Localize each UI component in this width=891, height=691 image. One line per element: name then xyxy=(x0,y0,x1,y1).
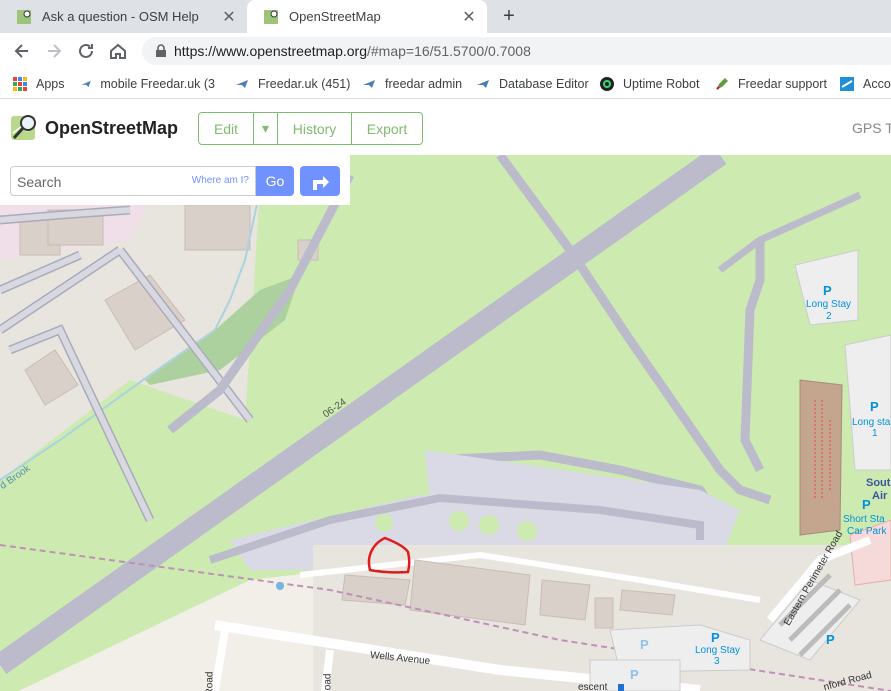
plane-icon xyxy=(236,80,248,88)
bookmark-label: mobile Freedar.uk (3 xyxy=(100,77,215,91)
close-tab-icon[interactable]: ✕ xyxy=(459,7,479,27)
tab-strip: Ask a question - OSM Help ✕ OpenStreetMa… xyxy=(0,0,891,33)
bookmark-account[interactable]: Acco xyxy=(839,75,891,93)
close-tab-icon[interactable]: ✕ xyxy=(219,7,239,27)
new-tab-button[interactable]: + xyxy=(498,5,520,27)
bookmark-freedar-uk[interactable]: Freedar.uk (451) xyxy=(234,75,350,93)
road-label: Road xyxy=(322,673,334,691)
bookmark-freedar-support[interactable]: Freedar support xyxy=(714,75,827,93)
forward-icon[interactable] xyxy=(43,40,65,62)
parking-icon: P xyxy=(630,667,639,682)
map-svg xyxy=(0,155,891,691)
bookmark-label: Acco xyxy=(863,77,891,91)
bookmark-label: Database Editor xyxy=(499,77,589,91)
long-stay-2-label: Long Stay xyxy=(806,299,852,310)
plane-icon xyxy=(477,80,489,88)
apps-grid-icon xyxy=(13,77,27,91)
bookmark-label: Freedar support xyxy=(738,77,827,91)
history-button[interactable]: History xyxy=(278,113,352,144)
osm-brand[interactable]: OpenStreetMap xyxy=(45,118,178,139)
bookmark-label: Uptime Robot xyxy=(623,77,700,91)
back-icon[interactable] xyxy=(11,40,33,62)
bookmark-freedar-admin[interactable]: freedar admin xyxy=(361,75,462,93)
car-park-label: Car Park xyxy=(847,526,887,537)
parking-icon: P xyxy=(870,399,879,414)
bookmark-label: Apps xyxy=(36,77,65,91)
reload-icon[interactable] xyxy=(75,40,97,62)
long-stay-3-number: 3 xyxy=(714,656,720,667)
tab-osm-help[interactable]: Ask a question - OSM Help ✕ xyxy=(0,0,247,33)
search-input[interactable]: Search Where am I? xyxy=(10,166,256,196)
edit-button[interactable]: Edit xyxy=(199,113,254,144)
bookmark-label: freedar admin xyxy=(385,77,463,91)
map-canvas[interactable]: 06-24 d Brook Wells Avenue Eastern Perim… xyxy=(0,155,891,691)
bookmark-apps[interactable]: Apps xyxy=(12,75,65,93)
osm-header: OpenStreetMap Edit ▾ History Export GPS … xyxy=(0,100,891,155)
plane-icon xyxy=(363,80,375,88)
osm-logo-icon[interactable] xyxy=(10,113,40,143)
address-bar[interactable]: https://www.openstreetmap.org/#map=16/51… xyxy=(142,37,891,65)
tab-title: OpenStreetMap xyxy=(289,9,381,24)
edit-history-export-group: Edit ▾ History Export xyxy=(198,112,423,145)
bookmark-label: Freedar.uk (451) xyxy=(258,77,351,91)
where-am-i-link[interactable]: Where am I? xyxy=(192,175,249,186)
account-icon xyxy=(840,77,854,91)
parking-icon: P xyxy=(711,630,720,645)
lock-icon xyxy=(156,44,166,57)
tab-title: Ask a question - OSM Help xyxy=(42,9,199,24)
browser-toolbar: https://www.openstreetmap.org/#map=16/51… xyxy=(0,33,891,69)
osm-help-favicon-icon xyxy=(17,9,31,24)
bookmark-database-editor[interactable]: Database Editor xyxy=(475,75,589,93)
directions-icon xyxy=(313,176,329,190)
gps-traces-link[interactable]: GPS T xyxy=(852,120,891,136)
go-button[interactable]: Go xyxy=(256,166,294,196)
road-label: Road xyxy=(204,671,216,691)
bookmark-mobile-freedar[interactable]: mobile Freedar.uk (3 xyxy=(80,75,215,93)
parking-icon: P xyxy=(823,283,832,298)
long-stay-2-number: 2 xyxy=(826,311,832,322)
bookmarks-bar: Apps mobile Freedar.uk (3 Freedar.uk (45… xyxy=(0,69,891,99)
search-panel: Search Where am I? Go xyxy=(0,155,350,205)
url-host: https://www.openstreetmap.org xyxy=(174,43,367,59)
bookmark-uptime-robot[interactable]: Uptime Robot xyxy=(599,75,699,93)
osm-favicon-icon xyxy=(264,9,278,24)
southend-airport-label: Sout xyxy=(866,477,891,489)
search-placeholder: Search xyxy=(17,174,62,190)
long-stay-1-number: 1 xyxy=(872,428,878,439)
southend-airport-label-2: Air xyxy=(872,490,888,502)
short-stay-label: Short Sta xyxy=(843,514,885,525)
uptime-robot-icon xyxy=(600,77,614,91)
export-button[interactable]: Export xyxy=(352,113,422,144)
url-text: https://www.openstreetmap.org/#map=16/51… xyxy=(174,43,531,59)
parking-icon: P xyxy=(640,637,649,652)
url-path: /#map=16/51.5700/0.7008 xyxy=(367,43,531,59)
home-icon[interactable] xyxy=(107,40,129,62)
parking-icon: P xyxy=(826,632,835,647)
crescent-label: escent xyxy=(578,682,608,691)
edit-dropdown-button[interactable]: ▾ xyxy=(254,113,278,144)
long-stay-3-label: Long Stay xyxy=(695,645,741,656)
parking-icon: P xyxy=(862,497,871,512)
plane-icon xyxy=(81,80,91,88)
long-stay-1-label: Long sta xyxy=(852,417,891,428)
pen-icon xyxy=(716,78,728,90)
directions-button[interactable] xyxy=(300,166,340,196)
tab-openstreetmap[interactable]: OpenStreetMap ✕ xyxy=(247,0,487,33)
